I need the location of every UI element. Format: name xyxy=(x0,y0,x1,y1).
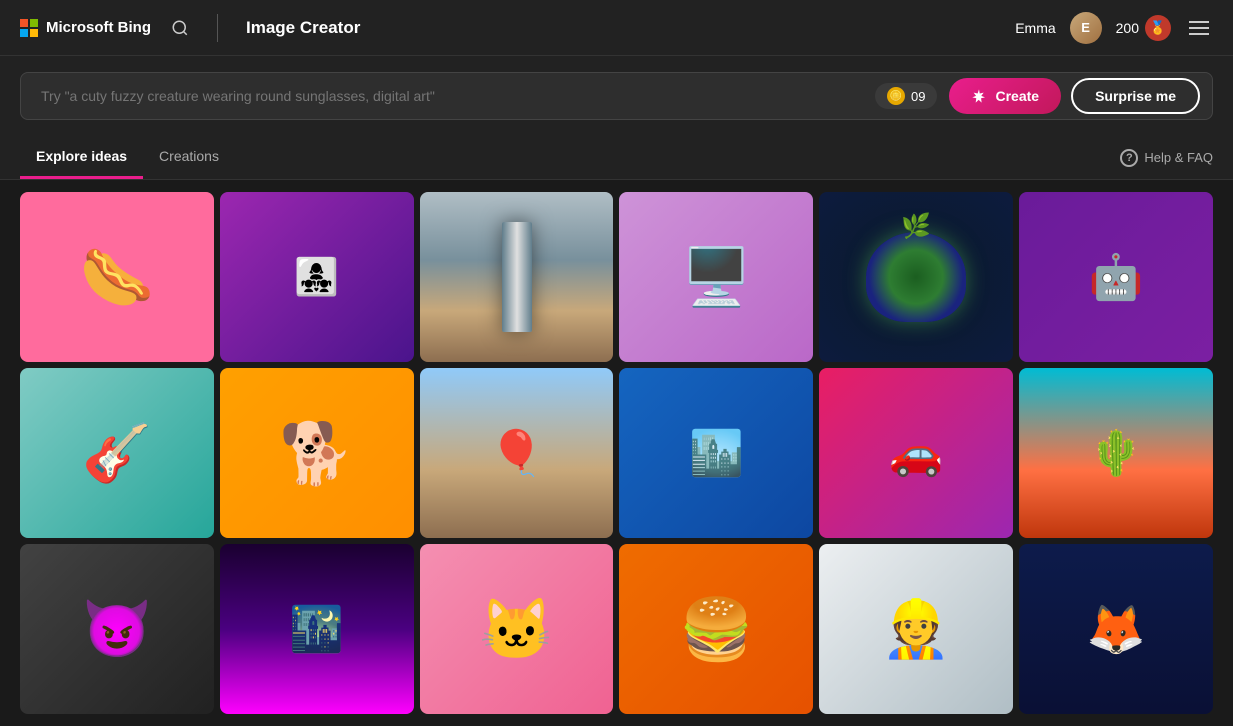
header-right: Emma E 200 🏅 xyxy=(1015,12,1213,44)
logo-sq-red xyxy=(20,19,28,27)
bing-logo-grid xyxy=(20,19,38,37)
search-bar: 🪙 09 Create Surprise me xyxy=(20,72,1213,120)
search-button[interactable] xyxy=(171,19,189,37)
hamburger-menu-button[interactable] xyxy=(1185,17,1213,39)
header: Microsoft Bing Image Creator Emma E 200 … xyxy=(0,0,1233,56)
create-icon xyxy=(971,88,987,104)
gallery-item-11[interactable]: 🚗 xyxy=(819,368,1013,538)
gallery-item-14[interactable]: 🌃 xyxy=(220,544,414,714)
user-name: Emma xyxy=(1015,20,1055,36)
coin-number: 200 xyxy=(1116,20,1139,36)
gallery-item-10[interactable]: 🏙️ xyxy=(619,368,813,538)
hamburger-line-3 xyxy=(1189,33,1209,35)
gallery-item-15[interactable]: 🐱 xyxy=(420,544,614,714)
header-left: Microsoft Bing Image Creator xyxy=(20,14,360,42)
header-divider xyxy=(217,14,218,42)
logo-sq-yellow xyxy=(30,29,38,37)
coin-count-display: 200 🏅 xyxy=(1116,15,1171,41)
gallery-item-17[interactable]: 👷 xyxy=(819,544,1013,714)
gallery-item-13[interactable]: 😈 xyxy=(20,544,214,714)
logo-sq-green xyxy=(30,19,38,27)
tab-creations[interactable]: Creations xyxy=(143,136,235,179)
help-icon: ? xyxy=(1120,149,1138,167)
gallery-item-8[interactable]: 🐕 xyxy=(220,368,414,538)
gallery-item-18[interactable]: 🦊 xyxy=(1019,544,1213,714)
gallery-item-16[interactable]: 🍔 xyxy=(619,544,813,714)
search-icon xyxy=(171,19,189,37)
surprise-label: Surprise me xyxy=(1095,88,1176,104)
gallery: 🌭👩‍👧‍👧 🖥️ 🤖 🎸🐕🎈🏙️🚗🌵 😈🌃🐱🍔👷🦊 xyxy=(0,180,1233,726)
tab-explore-label: Explore ideas xyxy=(36,148,127,164)
gallery-item-2[interactable]: 👩‍👧‍👧 xyxy=(220,192,414,362)
bing-logo[interactable]: Microsoft Bing xyxy=(20,19,151,37)
gallery-item-7[interactable]: 🎸 xyxy=(20,368,214,538)
tabs-section: Explore ideas Creations ? Help & FAQ xyxy=(0,136,1233,180)
tab-creations-label: Creations xyxy=(159,148,219,164)
tab-explore[interactable]: Explore ideas xyxy=(20,136,143,179)
gallery-item-12[interactable]: 🌵 xyxy=(1019,368,1213,538)
create-label: Create xyxy=(995,88,1039,104)
create-button[interactable]: Create xyxy=(949,78,1061,114)
gallery-item-1[interactable]: 🌭 xyxy=(20,192,214,362)
coin-badge-count: 09 xyxy=(911,89,925,104)
gallery-item-4[interactable]: 🖥️ xyxy=(619,192,813,362)
search-section: 🪙 09 Create Surprise me xyxy=(0,56,1233,136)
hamburger-line-2 xyxy=(1189,27,1209,29)
page-title: Image Creator xyxy=(246,18,360,38)
coin-badge-icon: 🪙 xyxy=(887,87,905,105)
gallery-item-6[interactable]: 🤖 xyxy=(1019,192,1213,362)
logo-sq-blue xyxy=(20,29,28,37)
help-label: Help & FAQ xyxy=(1144,150,1213,165)
avatar[interactable]: E xyxy=(1070,12,1102,44)
coin-badge: 🪙 09 xyxy=(875,83,937,109)
surprise-button[interactable]: Surprise me xyxy=(1071,78,1200,114)
hamburger-line-1 xyxy=(1189,21,1209,23)
gallery-item-9[interactable]: 🎈 xyxy=(420,368,614,538)
search-input[interactable] xyxy=(33,88,875,104)
help-link[interactable]: ? Help & FAQ xyxy=(1120,149,1213,167)
gallery-item-3[interactable] xyxy=(420,192,614,362)
gallery-item-5[interactable] xyxy=(819,192,1013,362)
medal-icon: 🏅 xyxy=(1145,15,1171,41)
bing-text: Microsoft Bing xyxy=(46,19,151,36)
tabs-left: Explore ideas Creations xyxy=(20,136,235,179)
